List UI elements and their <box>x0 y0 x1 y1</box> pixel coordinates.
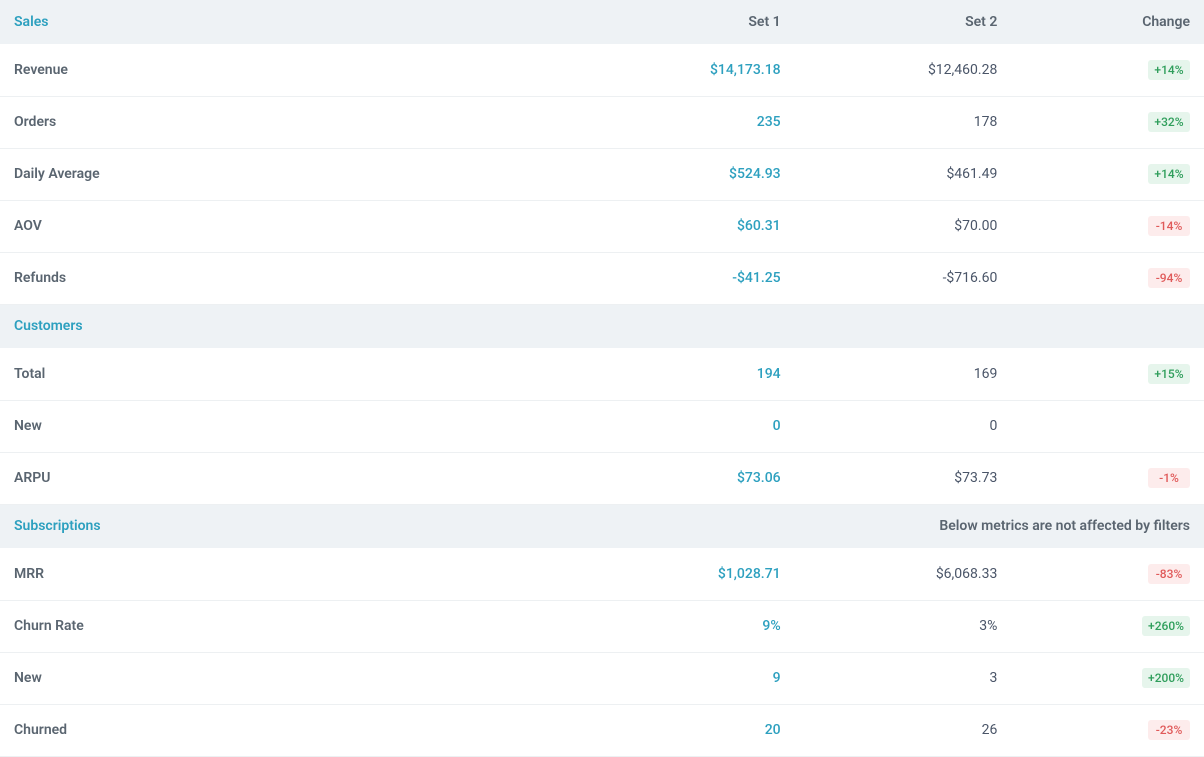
change-badge: -14% <box>1148 216 1190 236</box>
table-row: Orders 235 178 +32% <box>0 96 1204 148</box>
metric-set2: $461.49 <box>795 148 1012 200</box>
metric-set2: 169 <box>795 348 1012 400</box>
table-row: Revenue $14,173.18 $12,460.28 +14% <box>0 44 1204 96</box>
column-header-set2: Set 2 <box>795 0 1012 44</box>
metric-label-daily-average: Daily Average <box>0 148 578 200</box>
table-row: New 0 0 <box>0 400 1204 452</box>
metric-change: -83% <box>1011 548 1204 600</box>
metric-label-refunds: Refunds <box>0 252 578 304</box>
metric-label-total: Total <box>0 348 578 400</box>
metric-label-mrr: MRR <box>0 548 578 600</box>
metric-set1[interactable]: $14,173.18 <box>578 44 795 96</box>
section-note-subscriptions: Below metrics are not affected by filter… <box>578 504 1204 548</box>
metric-set2: $6,068.33 <box>795 548 1012 600</box>
metric-set2: 178 <box>795 96 1012 148</box>
table-row: Churn Rate 9% 3% +260% <box>0 600 1204 652</box>
section-header-sales: Sales Set 1 Set 2 Change <box>0 0 1204 44</box>
table-row: Refunds -$41.25 -$716.60 -94% <box>0 252 1204 304</box>
metric-change <box>1011 400 1204 452</box>
section-title-subscriptions: Subscriptions <box>0 504 578 548</box>
table-row: AOV $60.31 $70.00 -14% <box>0 200 1204 252</box>
metric-set2: $70.00 <box>795 200 1012 252</box>
metric-set1[interactable]: -$41.25 <box>578 252 795 304</box>
metric-set1[interactable]: $60.31 <box>578 200 795 252</box>
table-row: Total 194 169 +15% <box>0 348 1204 400</box>
change-badge: +14% <box>1148 164 1190 184</box>
table-row: Daily Average $524.93 $461.49 +14% <box>0 148 1204 200</box>
metric-change: -1% <box>1011 452 1204 504</box>
metric-set1[interactable]: 9% <box>578 600 795 652</box>
column-header-set1: Set 1 <box>578 0 795 44</box>
metric-change: -94% <box>1011 252 1204 304</box>
metric-label-customers-new: New <box>0 400 578 452</box>
change-badge: -94% <box>1148 268 1190 288</box>
change-badge: +260% <box>1142 616 1190 636</box>
metric-set2: 0 <box>795 400 1012 452</box>
comparison-table: Sales Set 1 Set 2 Change Revenue $14,173… <box>0 0 1204 757</box>
change-badge: -1% <box>1148 468 1190 488</box>
metric-set1[interactable]: $73.06 <box>578 452 795 504</box>
section-title-sales: Sales <box>0 0 578 44</box>
metric-change: +15% <box>1011 348 1204 400</box>
metric-set2: $73.73 <box>795 452 1012 504</box>
metric-set1[interactable]: 0 <box>578 400 795 452</box>
metric-change: -23% <box>1011 704 1204 756</box>
metric-set1[interactable]: 194 <box>578 348 795 400</box>
metric-set1[interactable]: 20 <box>578 704 795 756</box>
metric-set2: 3% <box>795 600 1012 652</box>
change-badge: +32% <box>1148 112 1190 132</box>
metric-set2: $12,460.28 <box>795 44 1012 96</box>
metric-change: +32% <box>1011 96 1204 148</box>
metric-label-churn-rate: Churn Rate <box>0 600 578 652</box>
change-badge: +14% <box>1148 60 1190 80</box>
table-row: Churned 20 26 -23% <box>0 704 1204 756</box>
metric-label-orders: Orders <box>0 96 578 148</box>
metric-set1[interactable]: 9 <box>578 652 795 704</box>
metric-set1[interactable]: $1,028.71 <box>578 548 795 600</box>
change-badge: -23% <box>1148 720 1190 740</box>
section-header-customers: Customers <box>0 304 1204 348</box>
section-title-customers: Customers <box>0 304 1204 348</box>
metric-change: +14% <box>1011 44 1204 96</box>
metric-set2: 26 <box>795 704 1012 756</box>
metric-change: -14% <box>1011 200 1204 252</box>
metric-set2: 3 <box>795 652 1012 704</box>
metric-label-churned: Churned <box>0 704 578 756</box>
metric-label-subscriptions-new: New <box>0 652 578 704</box>
column-header-change: Change <box>1011 0 1204 44</box>
metric-label-aov: AOV <box>0 200 578 252</box>
change-badge: +200% <box>1142 668 1190 688</box>
metric-set1[interactable]: 235 <box>578 96 795 148</box>
metric-change: +14% <box>1011 148 1204 200</box>
change-badge: +15% <box>1148 364 1190 384</box>
table-row: MRR $1,028.71 $6,068.33 -83% <box>0 548 1204 600</box>
metric-label-revenue: Revenue <box>0 44 578 96</box>
table-row: New 9 3 +200% <box>0 652 1204 704</box>
metric-change: +200% <box>1011 652 1204 704</box>
metric-set1[interactable]: $524.93 <box>578 148 795 200</box>
table-row: ARPU $73.06 $73.73 -1% <box>0 452 1204 504</box>
section-header-subscriptions: Subscriptions Below metrics are not affe… <box>0 504 1204 548</box>
change-badge: -83% <box>1148 564 1190 584</box>
metric-label-arpu: ARPU <box>0 452 578 504</box>
metric-change: +260% <box>1011 600 1204 652</box>
metric-set2: -$716.60 <box>795 252 1012 304</box>
